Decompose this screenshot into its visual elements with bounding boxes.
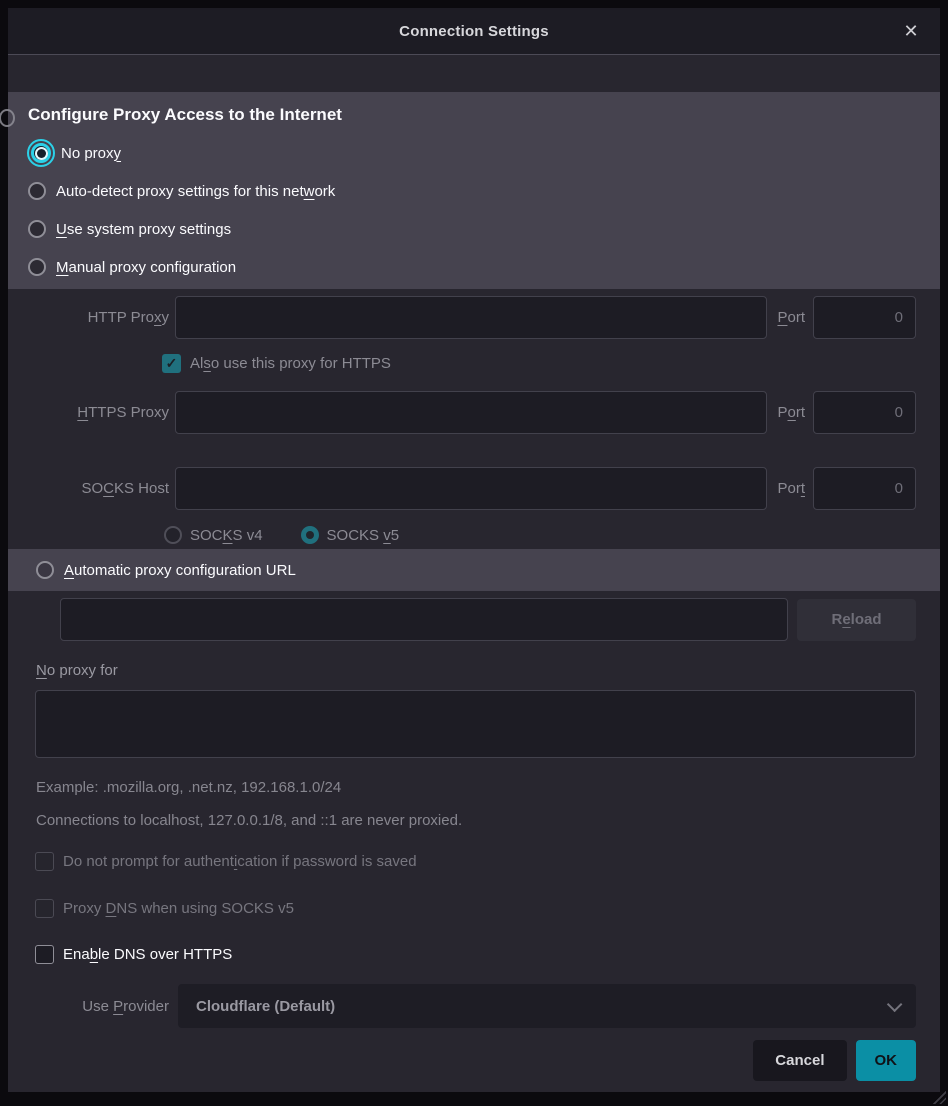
radio-label-no-proxy: No proxy: [61, 145, 121, 162]
section-heading: Configure Proxy Access to the Internet: [28, 105, 920, 125]
enable-doh-row[interactable]: Enable DNS over HTTPS: [35, 944, 940, 964]
connection-settings-dialog: Connection Settings ✕ Configure Proxy Ac…: [8, 8, 940, 1092]
chevron-down-icon: [887, 996, 903, 1012]
radio-option-system-proxy[interactable]: Use system proxy settings: [28, 210, 920, 248]
proxy-dns-label: Proxy DNS when using SOCKS v5: [63, 900, 294, 917]
provider-label: Use Provider: [28, 998, 169, 1015]
radio-option-auto-url[interactable]: Automatic proxy configuration URL: [8, 549, 940, 591]
no-proxy-for-textarea[interactable]: [35, 690, 916, 758]
reload-button[interactable]: Reload: [797, 599, 916, 641]
radio-no-proxy[interactable]: [31, 143, 51, 163]
provider-selected-value: Cloudflare (Default): [196, 998, 335, 1015]
cancel-button[interactable]: Cancel: [753, 1040, 846, 1081]
https-port-label: Port: [777, 404, 805, 421]
no-proxy-example-text: Example: .mozilla.org, .net.nz, 192.168.…: [36, 779, 940, 797]
socks-version-row: SOCKS v4 SOCKS v5: [164, 525, 916, 545]
socks-host-row: SOCKS Host Port: [28, 467, 916, 510]
socks-port-label: Port: [777, 480, 805, 497]
auto-url-label: Automatic proxy configuration URL: [64, 562, 296, 579]
socks-port-input[interactable]: [813, 467, 916, 510]
radio-auto-url[interactable]: [36, 561, 54, 579]
https-proxy-row: HTTPS Proxy Port: [28, 391, 916, 434]
enable-doh-checkbox[interactable]: [35, 945, 54, 964]
close-icon: ✕: [903, 21, 918, 42]
radio-manual-proxy[interactable]: [28, 258, 46, 276]
radio-system-proxy[interactable]: [28, 220, 46, 238]
no-prompt-auth-label: Do not prompt for authentication if pass…: [63, 853, 417, 870]
radio-option-auto-detect[interactable]: Auto-detect proxy settings for this netw…: [28, 172, 920, 210]
http-port-input[interactable]: [813, 296, 916, 339]
http-proxy-label: HTTP Proxy: [28, 309, 169, 326]
socks-host-input[interactable]: [175, 467, 767, 510]
radio-auto-detect[interactable]: [28, 182, 46, 200]
ok-button[interactable]: OK: [856, 1040, 917, 1081]
radio-socks-v5[interactable]: [301, 526, 319, 544]
radio-label-system-proxy: Use system proxy settings: [56, 221, 231, 238]
also-https-checkbox[interactable]: ✓: [162, 354, 181, 373]
socks-host-label: SOCKS Host: [28, 480, 169, 497]
https-proxy-input[interactable]: [175, 391, 767, 434]
http-proxy-input[interactable]: [175, 296, 767, 339]
doh-provider-row: Use Provider Cloudflare (Default): [28, 984, 916, 1028]
http-proxy-row: HTTP Proxy Port: [28, 296, 916, 339]
radio-option-no-proxy[interactable]: No proxy: [28, 134, 920, 172]
check-icon: ✓: [166, 355, 178, 372]
proxy-dns-checkbox[interactable]: [35, 899, 54, 918]
dialog-titlebar: Connection Settings ✕: [8, 8, 940, 55]
localhost-note-text: Connections to localhost, 127.0.0.1/8, a…: [36, 812, 940, 830]
proxy-mode-section: Configure Proxy Access to the Internet N…: [8, 92, 940, 289]
no-prompt-auth-row[interactable]: Do not prompt for authentication if pass…: [35, 851, 940, 871]
dialog-content: Configure Proxy Access to the Internet N…: [8, 55, 940, 1092]
https-port-input[interactable]: [813, 391, 916, 434]
radio-dot: [306, 531, 314, 539]
enable-doh-label: Enable DNS over HTTPS: [63, 946, 232, 963]
socks-v4-label: SOCKS v4: [190, 527, 263, 544]
dialog-footer: Cancel OK: [8, 1040, 916, 1081]
dialog-title: Connection Settings: [399, 23, 549, 40]
also-https-row[interactable]: ✓ Also use this proxy for HTTPS: [162, 353, 916, 373]
proxy-dns-row[interactable]: Proxy DNS when using SOCKS v5: [35, 898, 940, 918]
radio-socks-v4[interactable]: [164, 526, 182, 544]
auto-url-input[interactable]: [60, 598, 788, 641]
http-port-label: Port: [777, 309, 805, 326]
provider-dropdown[interactable]: Cloudflare (Default): [178, 984, 916, 1028]
manual-proxy-section: HTTP Proxy Port ✓ Also use this proxy fo…: [8, 296, 940, 545]
radio-option-manual-proxy[interactable]: Manual proxy configuration: [28, 248, 920, 286]
close-button[interactable]: ✕: [898, 18, 924, 44]
auto-url-row: Reload: [60, 598, 916, 641]
no-proxy-for-label: No proxy for: [36, 662, 940, 682]
radio-label-manual-proxy: Manual proxy configuration: [56, 259, 236, 276]
https-proxy-label: HTTPS Proxy: [28, 404, 169, 421]
radio-label-auto-detect: Auto-detect proxy settings for this netw…: [56, 183, 335, 200]
socks-v5-label: SOCKS v5: [327, 527, 400, 544]
radio-dot: [37, 149, 46, 158]
connection-settings-window: Connection Settings ✕ Configure Proxy Ac…: [0, 0, 948, 1106]
no-prompt-auth-checkbox[interactable]: [35, 852, 54, 871]
also-https-label: Also use this proxy for HTTPS: [190, 355, 391, 372]
